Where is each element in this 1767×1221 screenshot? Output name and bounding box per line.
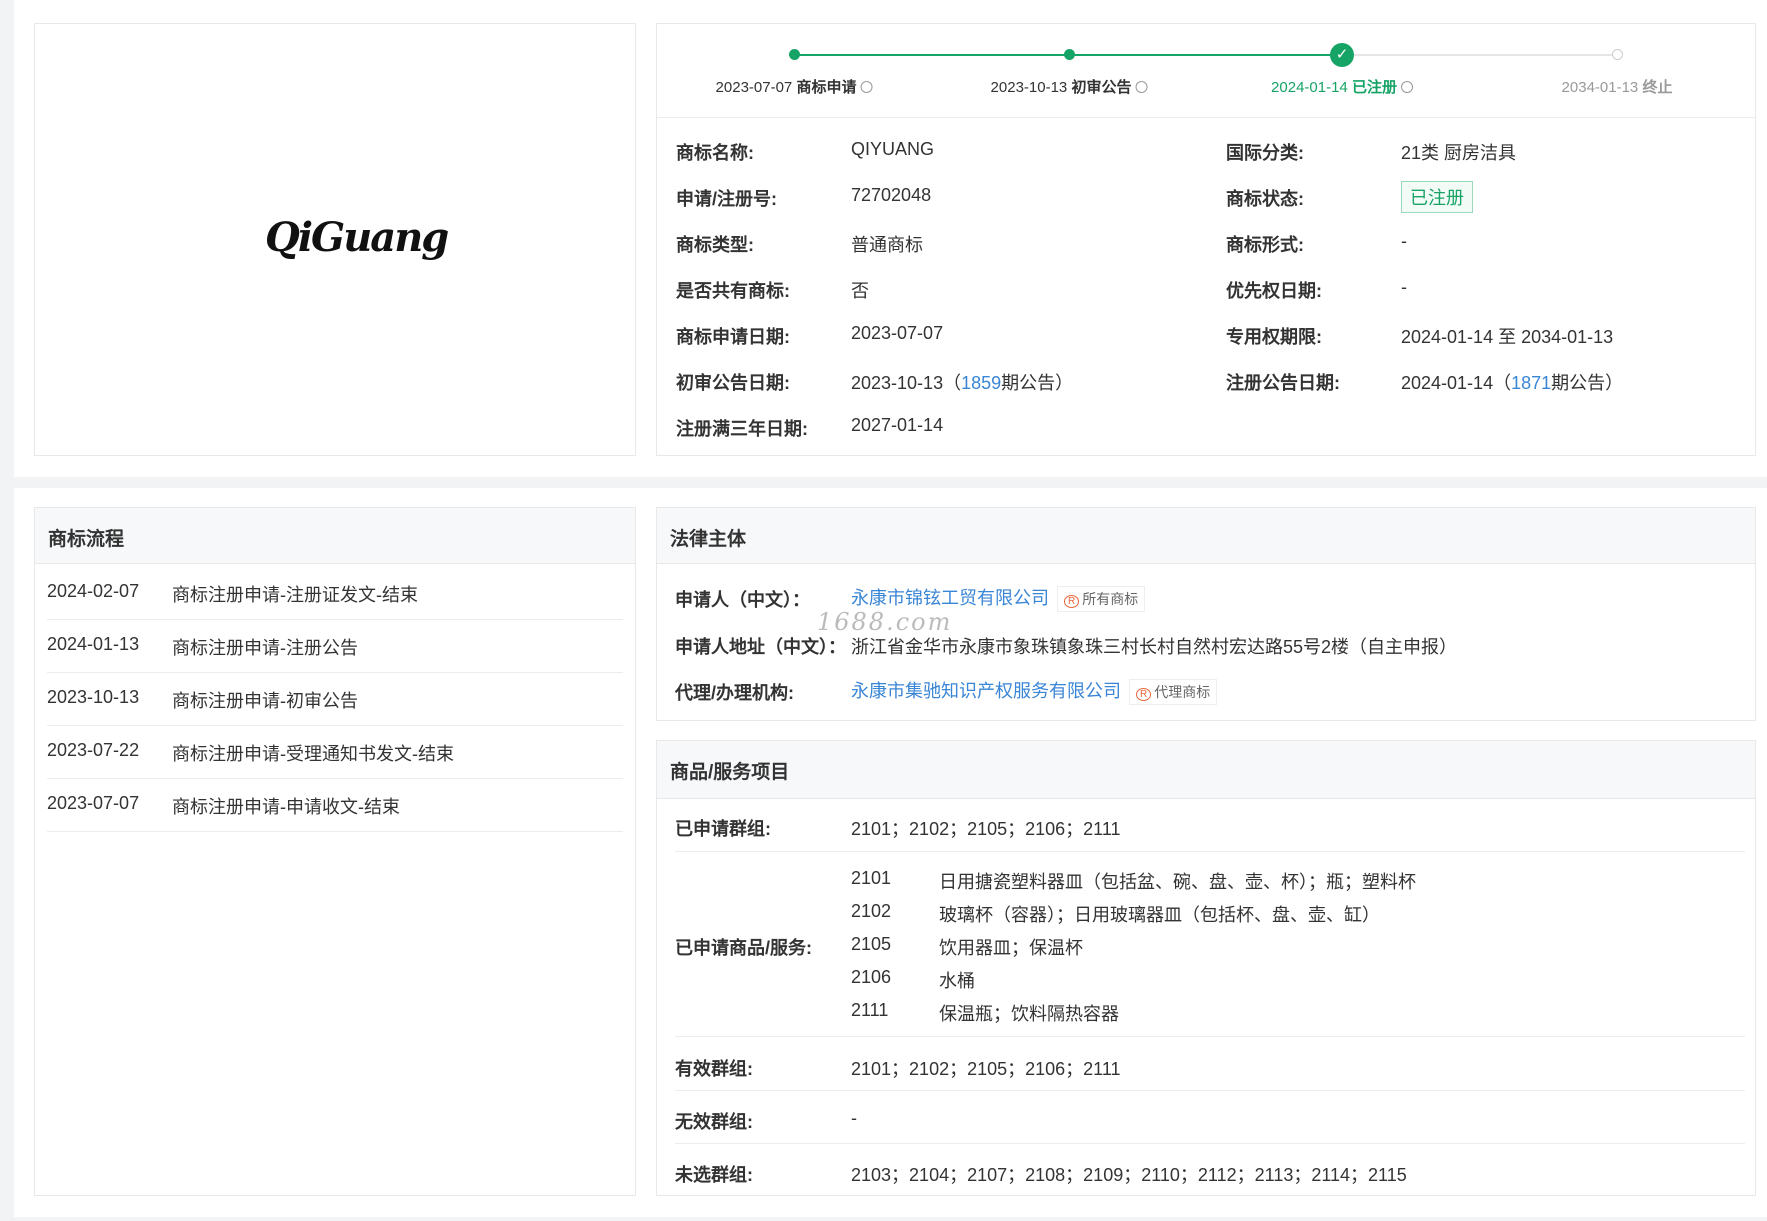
goods-desc: 玻璃杯（容器）；日用玻璃器皿（包括杯、盘、壶、缸） xyxy=(939,905,1380,925)
info-value: 2023-10-13（1859期公告） xyxy=(851,373,1074,393)
timeline-dot xyxy=(1612,49,1623,60)
address-label: 申请人地址（中文）： xyxy=(675,637,846,657)
groups-label: 已申请群组: xyxy=(675,819,771,839)
timeline-step: 2023-07-07 商标申请 xyxy=(716,76,873,97)
logo-card: QiGuang xyxy=(34,23,636,456)
flow-text: 商标注册申请-注册证发文-结束 xyxy=(172,585,418,605)
info-label: 是否共有商标: xyxy=(676,281,790,301)
flow-text: 商标注册申请-受理通知书发文-结束 xyxy=(172,744,454,764)
watermark: 1688.com xyxy=(817,608,953,636)
goods-desc: 水桶 xyxy=(939,971,975,991)
flow-card: 商标流程 2024-02-07 商标注册申请-注册证发文-结束 2024-01-13… xyxy=(34,507,636,1196)
unselected-value: 2103；2104；2107；2108；2109；2110；2112；2113；… xyxy=(851,1165,1407,1185)
timeline-step: 2034-01-13 终止 xyxy=(1561,79,1673,96)
goods-card: 商品/服务项目 已申请群组: 2101；2102；2105；2106；2111 … xyxy=(656,740,1756,1196)
items-label: 已申请商品/服务: xyxy=(675,938,812,958)
flow-date: 2023-07-22 xyxy=(47,740,140,760)
timeline-step: 2024-01-14 已注册 xyxy=(1271,76,1413,97)
info-value: 2024-01-14（1871期公告） xyxy=(1401,373,1624,393)
flow-text: 商标注册申请-初审公告 xyxy=(172,691,358,711)
flow-title: 商标流程 xyxy=(48,529,125,550)
timeline-dot xyxy=(789,49,800,60)
address-value: 浙江省金华市永康市象珠镇象珠三村长村自然村宏达路55号2楼（自主申报） xyxy=(851,637,1458,657)
info-label: 商标名称: xyxy=(676,143,754,163)
timeline-step: 2023-10-13 初审公告 xyxy=(991,76,1148,97)
goods-code: 2101 xyxy=(851,868,892,888)
flow-date: 2023-10-13 xyxy=(47,687,140,707)
clock-icon[interactable] xyxy=(1135,81,1148,93)
clock-icon[interactable] xyxy=(860,81,873,93)
invalid-label: 无效群组: xyxy=(675,1112,753,1132)
goods-desc: 日用搪瓷塑料器皿（包括盆、碗、盘、壶、杯）；瓶；塑料杯 xyxy=(939,872,1416,892)
agent-link[interactable]: 永康市集驰知识产权服务有限公司 xyxy=(851,681,1121,701)
timeline-check-icon: ✓ xyxy=(1330,43,1354,67)
info-label: 商标形式: xyxy=(1226,235,1304,255)
trademark-logo: QiGuang xyxy=(265,214,449,261)
flow-date: 2023-07-07 xyxy=(47,793,140,813)
info-value: - xyxy=(1401,277,1407,297)
flow-text: 商标注册申请-申请收文-结束 xyxy=(172,797,400,817)
info-label: 初审公告日期: xyxy=(676,373,790,393)
info-value: 2023-07-07 xyxy=(851,323,944,343)
overview-panel: QiGuang 2023-07-07 商标申请 2023-10-13 初审公告 ✓ 2… xyxy=(14,0,1767,477)
info-label: 注册满三年日期: xyxy=(676,419,808,439)
info-value: 普通商标 xyxy=(851,235,923,255)
legal-card: 法律主体 申请人（中文）： 永康市锦铉工贸有限公司 R 所有商标 1688.com … xyxy=(656,507,1756,721)
info-label: 商标状态: xyxy=(1226,189,1304,209)
valid-label: 有效群组: xyxy=(675,1059,753,1079)
info-label: 商标类型: xyxy=(676,235,754,255)
timeline-dot xyxy=(1064,49,1075,60)
applicant-label: 申请人（中文）： xyxy=(675,590,810,610)
info-label: 商标申请日期: xyxy=(676,327,790,347)
goods-desc: 保温瓶；饮料隔热容器 xyxy=(939,1004,1119,1024)
valid-value: 2101；2102；2105；2106；2111 xyxy=(851,1059,1121,1079)
status-badge: 已注册 xyxy=(1401,181,1473,213)
info-label: 专用权期限: xyxy=(1226,327,1322,347)
info-value: 21类 厨房洁具 xyxy=(1401,143,1517,163)
registered-icon: R xyxy=(1064,595,1080,609)
info-value: QIYUANG xyxy=(851,139,935,159)
goods-title: 商品/服务项目 xyxy=(670,762,790,783)
unselected-label: 未选群组: xyxy=(675,1165,753,1185)
goods-code: 2111 xyxy=(851,1000,889,1020)
issue-link[interactable]: 1871 xyxy=(1511,373,1551,393)
clock-icon[interactable] xyxy=(1400,81,1413,93)
groups-value: 2101；2102；2105；2106；2111 xyxy=(851,819,1121,839)
registered-icon: R xyxy=(1136,688,1152,702)
info-value: - xyxy=(1401,231,1407,251)
info-value: 72702048 xyxy=(851,185,932,205)
issue-link[interactable]: 1859 xyxy=(961,373,1001,393)
goods-code: 2102 xyxy=(851,901,892,921)
legal-title: 法律主体 xyxy=(670,529,747,550)
info-label: 国际分类: xyxy=(1226,143,1304,163)
all-trademarks-button[interactable]: R 所有商标 xyxy=(1057,586,1146,613)
agent-trademarks-button[interactable]: R 代理商标 xyxy=(1129,679,1218,706)
info-value: 2027-01-14 xyxy=(851,415,944,435)
flow-date: 2024-02-07 xyxy=(47,581,140,601)
invalid-value: - xyxy=(851,1108,857,1128)
flow-text: 商标注册申请-注册公告 xyxy=(172,638,358,658)
applicant-link[interactable]: 永康市锦铉工贸有限公司 xyxy=(851,588,1049,608)
goods-desc: 饮用器皿；保温杯 xyxy=(939,938,1083,958)
info-label: 优先权日期: xyxy=(1226,281,1322,301)
details-panel: 商标流程 2024-02-07 商标注册申请-注册证发文-结束 2024-01-13… xyxy=(14,488,1767,1217)
goods-code: 2105 xyxy=(851,934,892,954)
goods-code: 2106 xyxy=(851,967,892,987)
info-value: 否 xyxy=(851,281,869,301)
agent-label: 代理/办理机构: xyxy=(675,683,794,703)
detail-card: 2023-07-07 商标申请 2023-10-13 初审公告 ✓ 2024-01-1… xyxy=(656,23,1756,456)
info-value: 2024-01-14 至 2034-01-13 xyxy=(1401,327,1614,347)
info-label: 注册公告日期: xyxy=(1226,373,1340,393)
info-label: 申请/注册号: xyxy=(676,189,777,209)
flow-date: 2024-01-13 xyxy=(47,634,140,654)
